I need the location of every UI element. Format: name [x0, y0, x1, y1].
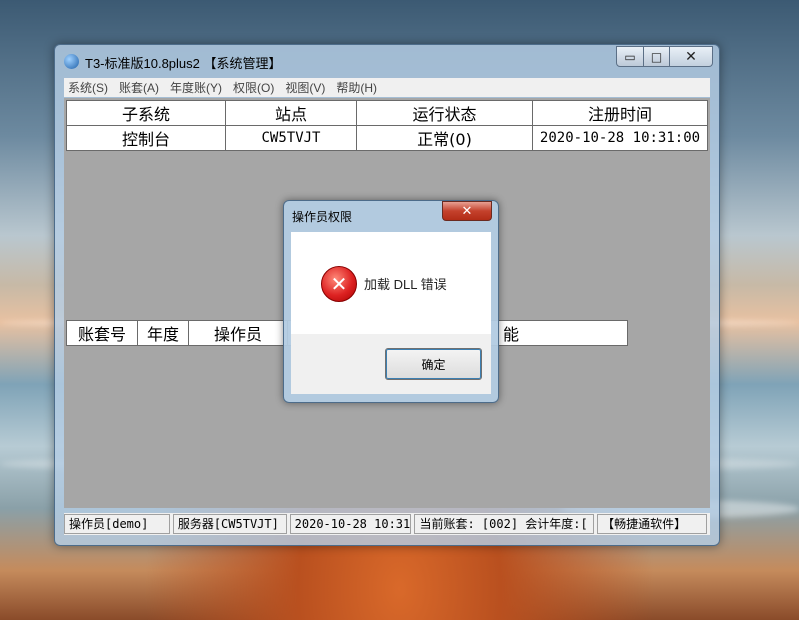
dialog-body: ✕ 加载 DLL 错误 确定 [291, 232, 491, 394]
table-cell: 控制台 [66, 125, 226, 151]
error-icon: ✕ [321, 266, 357, 302]
table-header-row: 子系统 站点 运行状态 注册时间 [66, 100, 708, 126]
close-button[interactable]: ✕ [670, 46, 713, 67]
ok-button[interactable]: 确定 [385, 348, 482, 380]
column-header[interactable]: 站点 [225, 100, 357, 126]
app-icon [64, 54, 79, 69]
menu-help[interactable]: 帮助(H) [336, 79, 377, 96]
column-header[interactable]: 账套号 [66, 320, 138, 346]
maximize-button[interactable]: □ [644, 46, 670, 67]
menu-annual-account[interactable]: 年度账(Y) [170, 79, 222, 96]
dialog-message: 加载 DLL 错误 [364, 277, 447, 292]
column-header[interactable]: 操作员 [188, 320, 288, 346]
minimize-button[interactable]: ▭ [616, 46, 644, 67]
menu-account-set[interactable]: 账套(A) [119, 79, 159, 96]
status-datetime: 2020-10-28 10:31 [289, 514, 412, 534]
dialog-close-button[interactable]: ✕ [442, 201, 492, 221]
column-header[interactable]: 子系统 [66, 100, 226, 126]
column-header[interactable]: 注册时间 [532, 100, 708, 126]
table-cell: 2020-10-28 10:31:00 [532, 125, 708, 151]
status-bar: 操作员[demo] 服务器[CW5TVJT] 2020-10-28 10:31 … [64, 513, 710, 535]
caption-buttons: ▭ □ ✕ [616, 46, 713, 67]
window-title: T3-标准版10.8plus2 【系统管理】 [85, 56, 282, 71]
subsystem-table: 子系统 站点 运行状态 注册时间 控制台 CW5TVJT 正常(0) 2020-… [66, 100, 708, 151]
table-row[interactable]: 控制台 CW5TVJT 正常(0) 2020-10-28 10:31:00 [66, 125, 708, 151]
table-cell: CW5TVJT [225, 125, 357, 151]
dialog-message-area: ✕ 加载 DLL 错误 [291, 232, 491, 334]
menu-system[interactable]: 系统(S) [68, 79, 108, 96]
status-operator: 操作员[demo] [64, 514, 170, 534]
menu-bar: 系统(S) 账套(A) 年度账(Y) 权限(O) 视图(V) 帮助(H) [64, 78, 710, 97]
status-vendor: 【畅捷通软件】 [597, 514, 707, 534]
column-header[interactable]: 运行状态 [356, 100, 533, 126]
error-dialog: 操作员权限 ✕ ✕ 加载 DLL 错误 确定 [283, 200, 499, 403]
menu-view[interactable]: 视图(V) [285, 79, 325, 96]
menu-permission[interactable]: 权限(O) [233, 79, 274, 96]
title-bar[interactable]: T3-标准版10.8plus2 【系统管理】 ▭ □ ✕ [55, 45, 719, 75]
column-header[interactable]: 能 [498, 320, 628, 346]
table-cell: 正常(0) [356, 125, 533, 151]
status-server: 服务器[CW5TVJT] [172, 514, 287, 534]
column-header[interactable]: 年度 [137, 320, 189, 346]
dialog-title: 操作员权限 [292, 210, 353, 224]
status-current-account: 当前账套: [002] 会计年度:[ [414, 514, 595, 534]
